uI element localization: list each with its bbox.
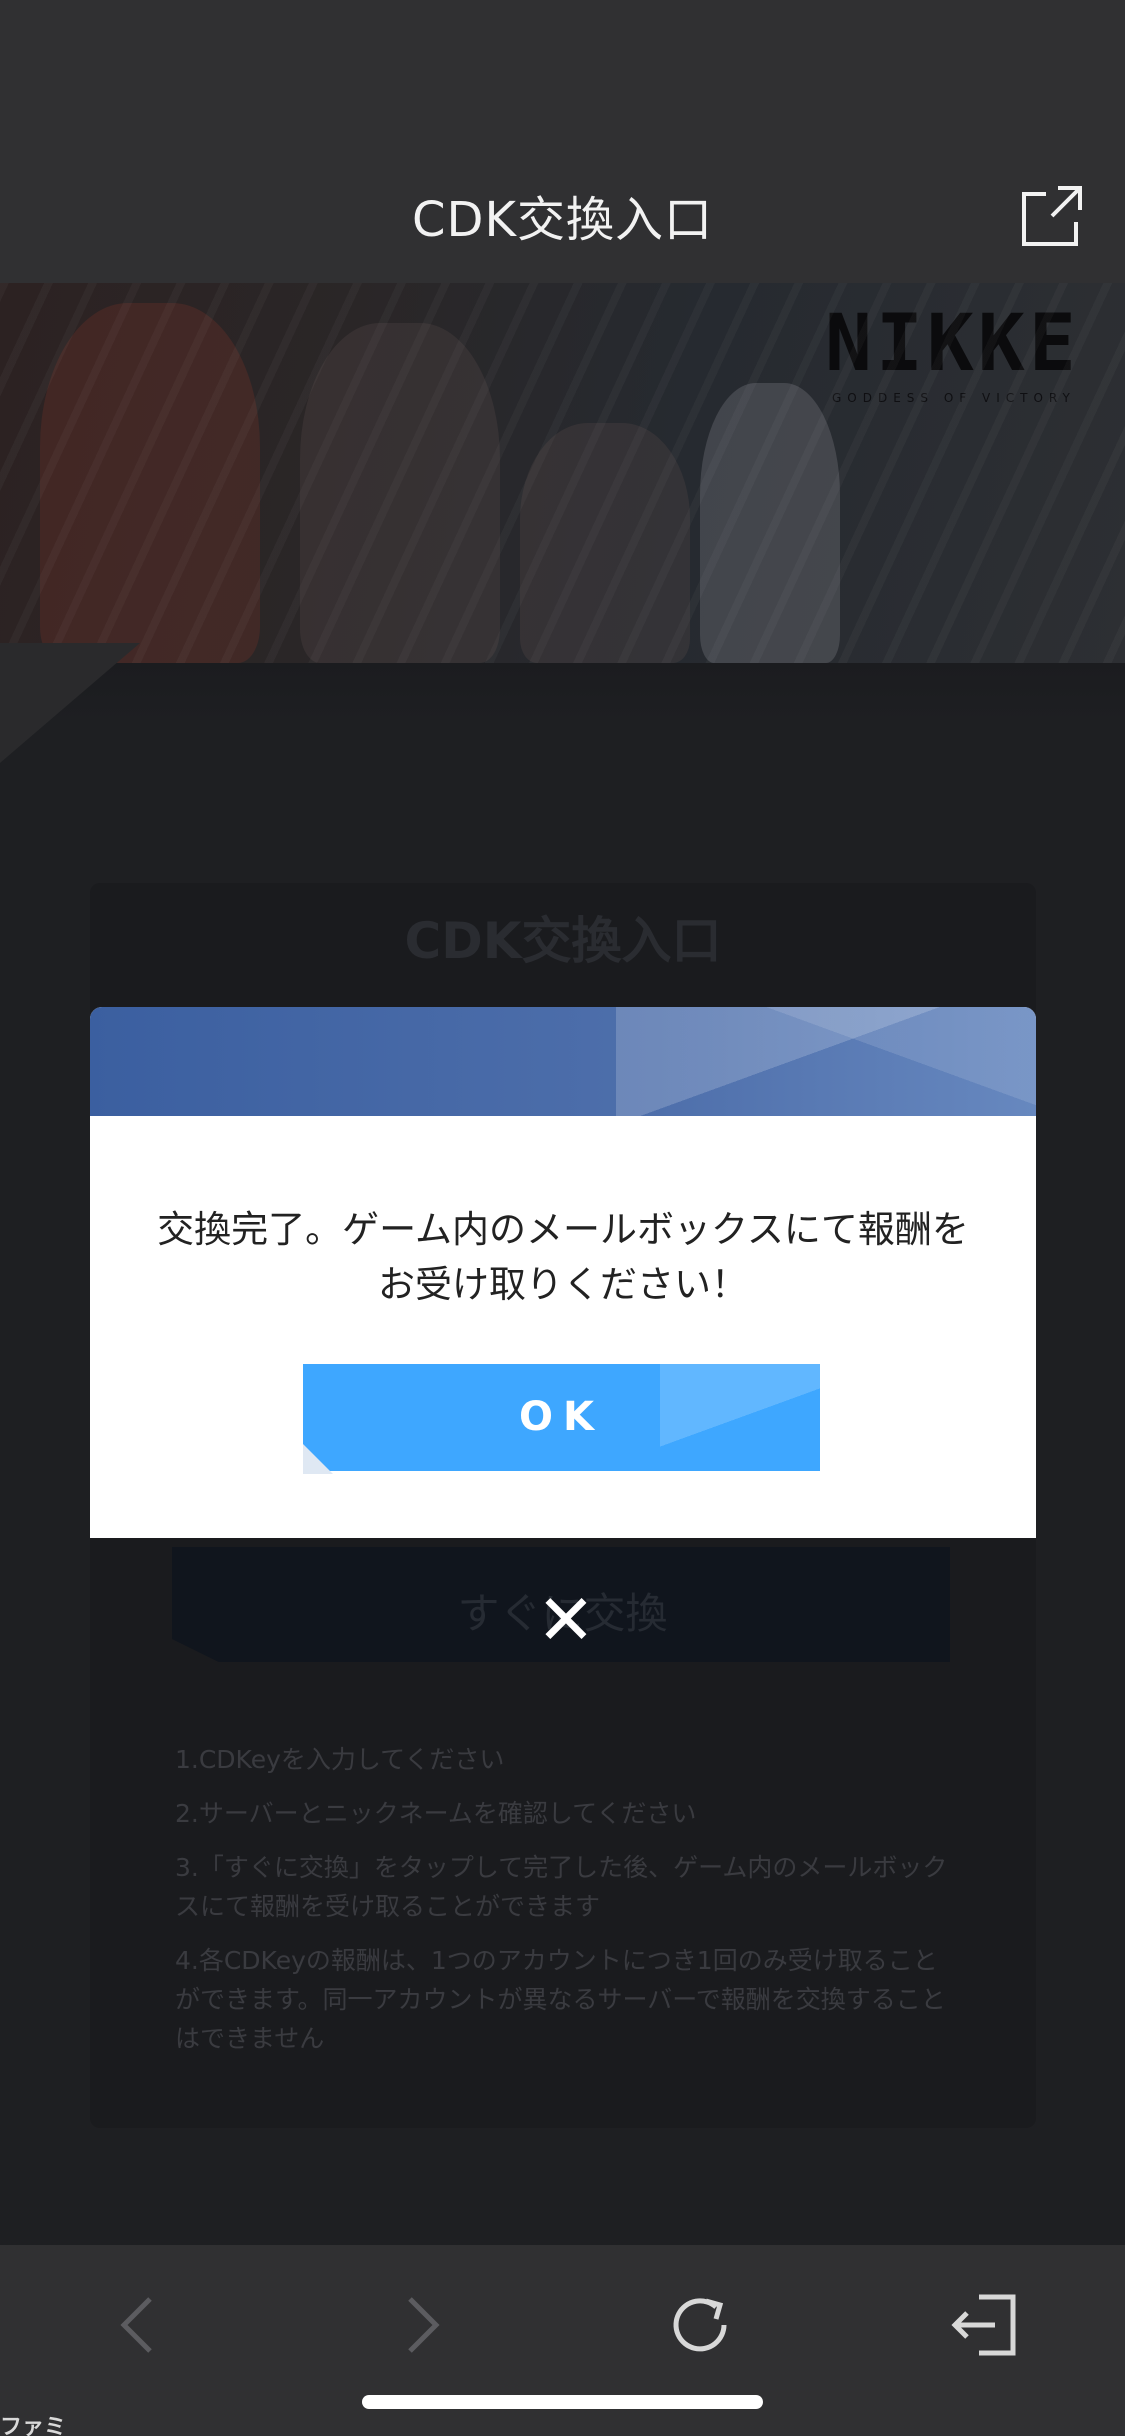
- exit-icon[interactable]: [945, 2285, 1025, 2365]
- instruction-3: 3.「すぐに交換」をタップして完了した後、ゲーム内のメールボックスにて報酬を受け…: [175, 1853, 948, 1921]
- instruction-1: 1.CDKeyを入力してください: [175, 1745, 505, 1774]
- refresh-icon[interactable]: [662, 2285, 742, 2365]
- banner-character: [700, 383, 840, 663]
- dialog-message-line2: お受け取りください！: [378, 1263, 748, 1306]
- ok-button-label[interactable]: OK: [303, 1364, 820, 1471]
- share-icon[interactable]: [1018, 180, 1088, 250]
- divider: [0, 663, 1125, 723]
- forward-icon[interactable]: [380, 2285, 460, 2365]
- hero-banner: NIKKE GODDESS OF VICTORY: [0, 283, 1125, 663]
- game-logo: NIKKE: [825, 299, 1080, 389]
- home-indicator[interactable]: [362, 2395, 763, 2409]
- close-icon[interactable]: ✕: [531, 1585, 601, 1655]
- watermark: ファミ通.com: [0, 2415, 67, 2436]
- instruction-2: 2.サーバーとニックネームを確認してください: [175, 1799, 697, 1828]
- dialog-message: 交換完了。ゲーム内のメールボックスにて報酬を お受け取りください！: [120, 1202, 1006, 1312]
- back-icon[interactable]: [100, 2285, 180, 2365]
- dialog-message-line1: 交換完了。ゲーム内のメールボックスにて報酬を: [157, 1208, 969, 1251]
- dialog-header: [90, 1007, 1036, 1116]
- success-dialog: 交換完了。ゲーム内のメールボックスにて報酬を お受け取りください！ OK: [90, 1007, 1036, 1538]
- instruction-4: 4.各CDKeyの報酬は、1つのアカウントにつき1回のみ受け取ることができます。…: [175, 1946, 946, 2053]
- top-bar: CDK交換入口: [0, 0, 1125, 283]
- banner-character: [520, 423, 690, 663]
- banner-character: [300, 323, 500, 663]
- banner-character: [40, 303, 260, 663]
- page-title: CDK交換入口: [412, 192, 713, 248]
- card-title: CDK交換入口: [404, 912, 722, 970]
- game-logo-subtitle: GODDESS OF VICTORY: [832, 391, 1076, 405]
